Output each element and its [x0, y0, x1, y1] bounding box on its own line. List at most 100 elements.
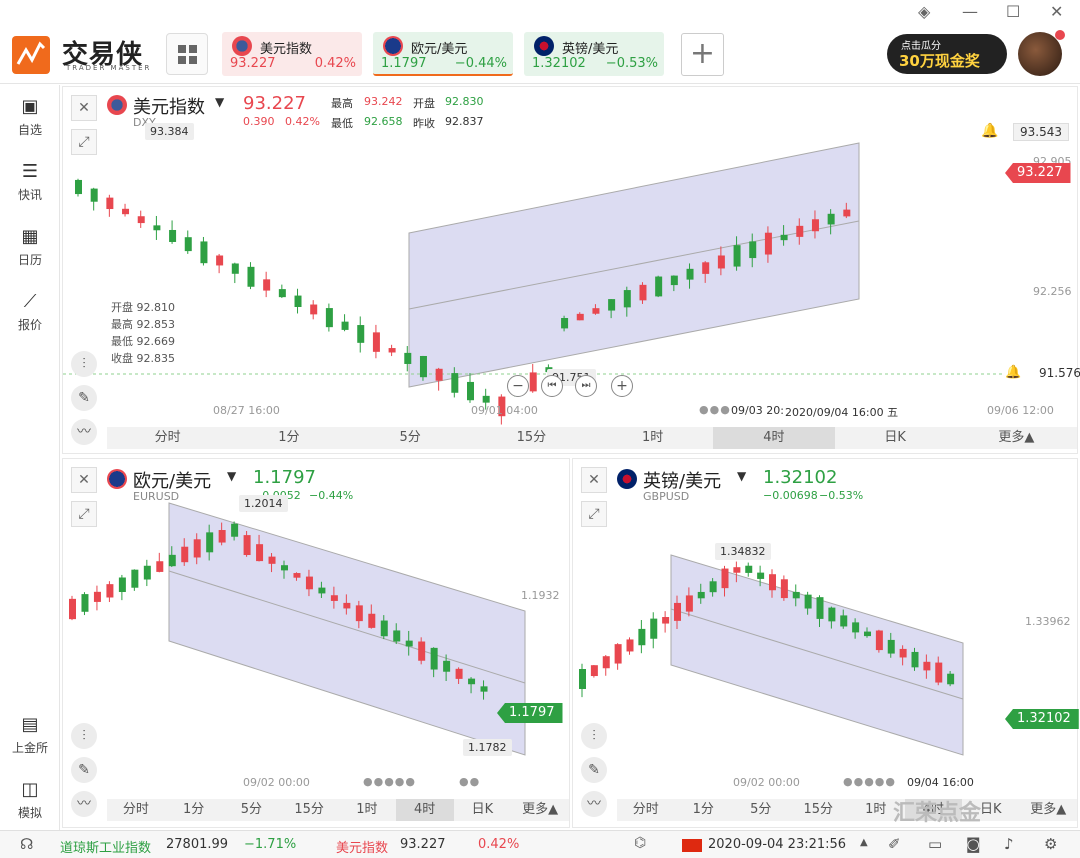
window-icon[interactable]: ▭: [928, 835, 942, 853]
candle-body: [828, 607, 836, 622]
status-bar: ☊ 道琼斯工业指数 27801.99 −1.71% 美元指数 93.227 0.…: [0, 830, 1080, 858]
tf-tab-selected[interactable]: 4时: [395, 799, 454, 821]
candle-body: [218, 530, 226, 543]
maximize-icon[interactable]: ☐: [1006, 2, 1020, 21]
news-icon: ☰: [21, 161, 39, 182]
sidebar-item-news[interactable]: ☰ 快讯: [0, 162, 60, 203]
tf-more[interactable]: 更多▲: [511, 799, 569, 821]
pencil-icon[interactable]: ✎: [71, 385, 97, 411]
tf-tab[interactable]: 分时: [107, 799, 165, 821]
tf-tab[interactable]: 5分: [732, 799, 790, 821]
forward-button[interactable]: ⏭: [575, 375, 597, 397]
indicator-tool-icon[interactable]: ⫶: [71, 351, 97, 377]
tf-more[interactable]: 更多▲: [1020, 799, 1078, 821]
bell-icon[interactable]: 🔔: [981, 123, 998, 139]
mute-icon[interactable]: ♪: [1004, 835, 1014, 853]
tf-tab[interactable]: 15分: [471, 427, 592, 449]
caret-up-icon[interactable]: ▲: [860, 837, 868, 848]
promo-banner[interactable]: 点击瓜分 30万现金奖: [887, 34, 1007, 74]
uk-flag-icon: [534, 36, 554, 56]
avatar[interactable]: [1018, 32, 1062, 76]
candle-body: [443, 660, 451, 672]
camera-icon[interactable]: ◙: [966, 835, 981, 853]
alert-price-bottom[interactable]: 91.576: [1033, 365, 1080, 383]
tf-tab[interactable]: 15分: [280, 799, 338, 821]
add-ticker-button[interactable]: +: [681, 33, 724, 76]
sidebar-item-quotes[interactable]: ⟋ 报价: [0, 292, 60, 333]
edit-icon[interactable]: ✐: [888, 835, 901, 853]
ticker-eurusd[interactable]: 欧元/美元 1.1797 −0.44%: [373, 32, 513, 76]
headset-icon[interactable]: ☊: [20, 835, 33, 853]
top-bar: ◈ — ☐ ✕ 交易侠 TRADER MASTER 美元指数 93.227 0.…: [0, 0, 1080, 84]
tf-tab[interactable]: 5分: [223, 799, 281, 821]
tf-tab[interactable]: 15分: [790, 799, 848, 821]
tf-more[interactable]: 更多▲: [956, 427, 1077, 449]
sidebar-item-sge[interactable]: ▤ 上金所: [0, 715, 60, 756]
tf-tab[interactable]: 日K: [835, 427, 956, 449]
tf-tab[interactable]: 1时: [338, 799, 396, 821]
gbpusd-chart-panel: ✕ ⤢ 英镑/美元 ▼ GBPUSD 1.32102 −0.00698 −0.5…: [572, 458, 1079, 828]
candle-body: [169, 229, 177, 242]
pencil-icon[interactable]: ✎: [71, 757, 97, 783]
rewind-button[interactable]: ⏮: [541, 375, 563, 397]
alert-price-top[interactable]: 93.543: [1013, 123, 1069, 141]
ticker-gbpusd[interactable]: 英镑/美元 1.32102 −0.53%: [524, 32, 664, 76]
index-name[interactable]: 美元指数: [336, 837, 388, 856]
indicator-tool-icon[interactable]: ⫶: [71, 723, 97, 749]
zoom-out-button[interactable]: −: [507, 375, 529, 397]
tf-tab[interactable]: 1分: [228, 427, 349, 449]
tf-tab[interactable]: 日K: [454, 799, 512, 821]
tf-tab-selected[interactable]: 4时: [713, 427, 835, 449]
candle-body: [899, 648, 907, 658]
candle-body: [75, 179, 82, 195]
sidebar-item-label: 上金所: [11, 741, 48, 755]
candle-body: [343, 602, 351, 609]
x-axis-label: 09/01 04:00: [471, 404, 538, 417]
candle-body: [106, 584, 114, 598]
ticker-usd-index[interactable]: 美元指数 93.227 0.42%: [222, 32, 362, 76]
ticker-price: 1.32102: [532, 56, 586, 71]
candle-body: [418, 641, 426, 661]
sidebar-item-simulate[interactable]: ◫ 模拟: [0, 780, 60, 821]
zoom-in-button[interactable]: +: [611, 375, 633, 397]
bell-icon[interactable]: 🔔: [1005, 365, 1021, 380]
settings-icon[interactable]: ⚙: [1044, 835, 1057, 853]
tf-tab[interactable]: 5分: [350, 427, 471, 449]
tf-tab[interactable]: 分时: [107, 427, 228, 449]
chart-type-icon[interactable]: 〰: [71, 791, 97, 817]
candle-body: [467, 381, 474, 401]
index-name[interactable]: 道琼斯工业指数: [60, 837, 151, 856]
candle-body: [243, 535, 251, 556]
tf-tab[interactable]: 1分: [165, 799, 223, 821]
watermark: 汇荣点金: [893, 801, 982, 826]
skin-icon[interactable]: ◈: [918, 2, 930, 21]
tf-tab[interactable]: 1时: [592, 427, 713, 449]
candle-body: [864, 631, 871, 637]
chart-line-icon: ⟋: [23, 291, 37, 312]
chart-type-icon[interactable]: 〰: [581, 791, 607, 817]
eu-flag-icon: [383, 36, 403, 56]
candle-body: [231, 523, 239, 537]
tf-tab[interactable]: 1分: [675, 799, 733, 821]
ticker-name: 欧元/美元: [411, 42, 468, 57]
network-icon[interactable]: ⌬: [634, 835, 646, 851]
sidebar-item-calendar[interactable]: ▦ 日历: [0, 227, 60, 268]
ticker-price: 93.227: [230, 56, 276, 71]
sidebar-item-favorites[interactable]: ▣ 自选: [0, 97, 60, 138]
candle-body: [576, 313, 584, 321]
pencil-icon[interactable]: ✎: [581, 757, 607, 783]
indicator-tool-icon[interactable]: ⫶: [581, 723, 607, 749]
index-change: 0.42%: [478, 837, 520, 852]
close-icon[interactable]: ✕: [1050, 2, 1063, 21]
candle-body: [639, 284, 647, 301]
candle-body: [263, 279, 271, 291]
exchange-icon: ▤: [21, 714, 39, 735]
candle-body: [193, 539, 201, 558]
candle-body: [293, 573, 301, 578]
candle-body: [81, 594, 89, 612]
minimize-icon[interactable]: —: [962, 2, 978, 21]
candle-body: [168, 554, 176, 567]
tf-tab[interactable]: 分时: [617, 799, 675, 821]
layout-grid-button[interactable]: [166, 33, 208, 75]
chart-type-icon[interactable]: 〰: [71, 419, 97, 445]
